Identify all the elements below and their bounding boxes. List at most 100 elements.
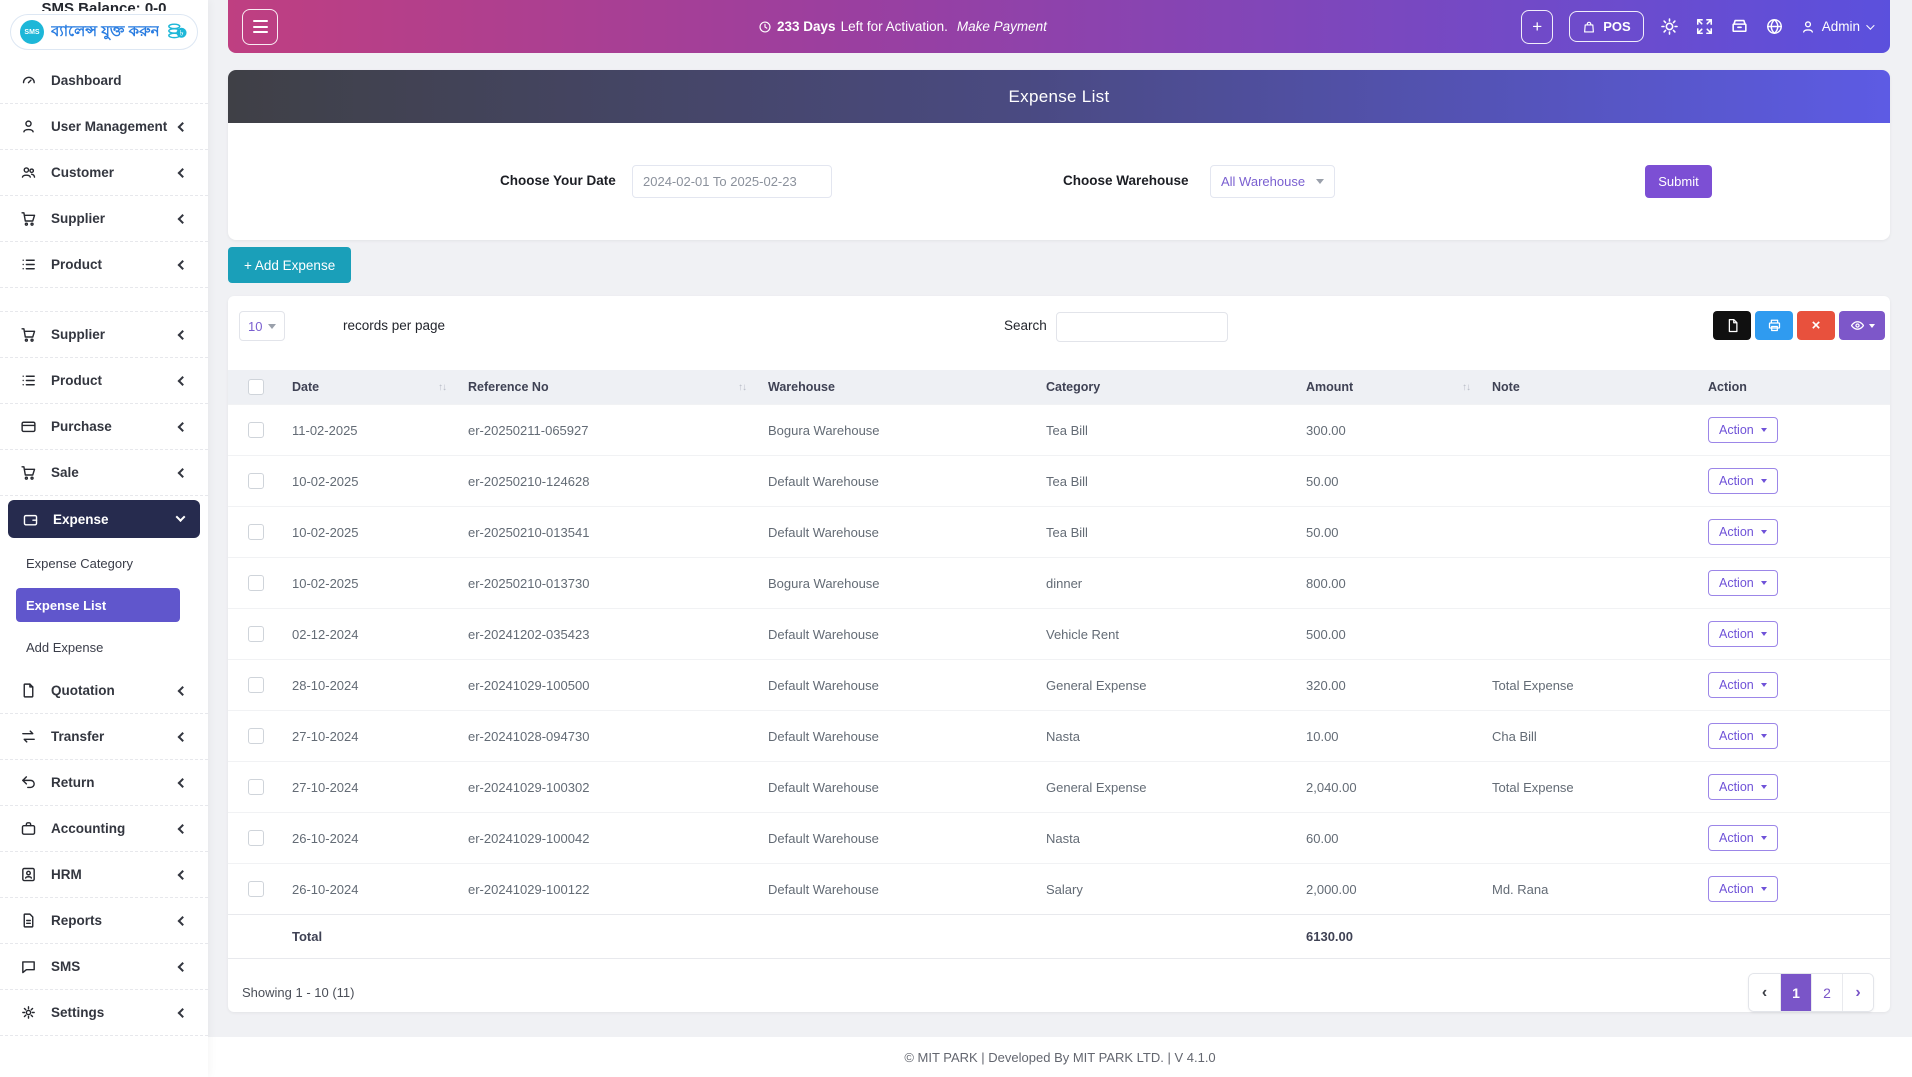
clear-filter-button[interactable]: ×: [1797, 311, 1835, 340]
column-header-reference[interactable]: Reference No: [468, 380, 549, 394]
cell-amount: 2,000.00: [1298, 864, 1484, 915]
sidebar-item-user-management[interactable]: User Management: [0, 104, 208, 150]
cell-category: dinner: [1038, 558, 1298, 609]
cell-reference: er-20250210-013730: [460, 558, 760, 609]
select-all-checkbox[interactable]: [248, 379, 264, 395]
cell-warehouse: Default Warehouse: [760, 660, 1038, 711]
cell-reference: er-20250210-124628: [460, 456, 760, 507]
sidebar-item-transfer[interactable]: Transfer: [0, 714, 208, 760]
sidebar-item-purchase[interactable]: Purchase: [0, 404, 208, 450]
cell-warehouse: Default Warehouse: [760, 762, 1038, 813]
pagination-prev-button[interactable]: ‹: [1749, 974, 1780, 1011]
pagination-page-1[interactable]: 1: [1780, 974, 1811, 1011]
cell-note: [1484, 609, 1700, 660]
column-header-warehouse[interactable]: Warehouse: [768, 380, 835, 394]
warehouse-select[interactable]: All Warehouse: [1210, 165, 1335, 198]
row-action-button[interactable]: Action: [1708, 825, 1778, 851]
row-checkbox[interactable]: [248, 473, 264, 489]
sidebar-item-quotation[interactable]: Quotation: [0, 668, 208, 714]
chevron-left-icon: [178, 916, 188, 926]
sidebar-item-product[interactable]: Product: [0, 242, 208, 288]
cell-warehouse: Bogura Warehouse: [760, 558, 1038, 609]
row-action-button[interactable]: Action: [1708, 774, 1778, 800]
pos-button[interactable]: POS: [1569, 11, 1643, 42]
row-checkbox[interactable]: [248, 422, 264, 438]
pagination-page-2[interactable]: 2: [1811, 974, 1842, 1011]
cell-amount: 60.00: [1298, 813, 1484, 864]
fullscreen-icon[interactable]: [1695, 17, 1714, 36]
row-action-button[interactable]: Action: [1708, 876, 1778, 902]
sidebar-item-product-2[interactable]: Product: [0, 358, 208, 404]
sort-icon[interactable]: ↑↓: [438, 382, 446, 393]
pagination-next-button[interactable]: ›: [1842, 974, 1873, 1011]
make-payment-link[interactable]: Make Payment: [957, 19, 1047, 34]
chevron-down-icon: [1761, 683, 1767, 687]
print-button[interactable]: [1755, 311, 1793, 340]
row-checkbox[interactable]: [248, 524, 264, 540]
row-checkbox[interactable]: [248, 728, 264, 744]
add-expense-button[interactable]: + Add Expense: [228, 247, 351, 283]
sidebar-item-settings[interactable]: Settings: [0, 990, 208, 1036]
sidebar-item-accounting[interactable]: Accounting: [0, 806, 208, 852]
row-action-button[interactable]: Action: [1708, 468, 1778, 494]
cell-note: Cha Bill: [1484, 711, 1700, 762]
row-checkbox[interactable]: [248, 881, 264, 897]
chevron-left-icon: [178, 468, 188, 478]
hamburger-menu-button[interactable]: [242, 9, 278, 45]
cell-note: [1484, 456, 1700, 507]
row-checkbox[interactable]: [248, 677, 264, 693]
cash-drawer-icon[interactable]: [1730, 17, 1749, 36]
chevron-down-icon: [1316, 179, 1324, 184]
add-balance-button[interactable]: SMS ব্যালেন্স যুক্ত করুন ৳: [10, 14, 198, 50]
theme-sun-icon[interactable]: [1660, 17, 1679, 36]
globe-icon[interactable]: [1765, 17, 1784, 36]
cell-category: Tea Bill: [1038, 507, 1298, 558]
submenu-item-expense-list[interactable]: Expense List: [16, 588, 180, 622]
column-visibility-button[interactable]: [1839, 311, 1885, 340]
date-range-input[interactable]: [632, 165, 832, 198]
sidebar-item-sale[interactable]: Sale: [0, 450, 208, 496]
table-row: 28-10-2024 er-20241029-100500 Default Wa…: [228, 660, 1890, 711]
sidebar-item-supplier-2[interactable]: Supplier: [0, 312, 208, 358]
row-checkbox[interactable]: [248, 830, 264, 846]
table-row: 02-12-2024 er-20241202-035423 Default Wa…: [228, 609, 1890, 660]
sidebar-item-expense[interactable]: Expense: [8, 500, 200, 538]
expense-submenu: Expense Category Expense List Add Expens…: [0, 542, 208, 668]
cell-reference: er-20241202-035423: [460, 609, 760, 660]
main-area: 233 Days Left for Activation. Make Payme…: [208, 0, 1912, 1077]
sort-icon[interactable]: ↑↓: [1462, 382, 1470, 393]
search-input[interactable]: [1056, 312, 1228, 342]
quick-add-button[interactable]: +: [1521, 10, 1553, 44]
row-action-button[interactable]: Action: [1708, 570, 1778, 596]
sidebar-item-hrm[interactable]: HRM: [0, 852, 208, 898]
chevron-left-icon: [178, 122, 188, 132]
cell-category: Nasta: [1038, 813, 1298, 864]
row-action-button[interactable]: Action: [1708, 672, 1778, 698]
export-csv-button[interactable]: [1713, 311, 1751, 340]
sidebar-item-sms[interactable]: SMS: [0, 944, 208, 990]
submenu-item-expense-category[interactable]: Expense Category: [0, 542, 208, 584]
sidebar-item-supplier[interactable]: Supplier: [0, 196, 208, 242]
column-header-date[interactable]: Date: [292, 380, 319, 394]
page-size-select[interactable]: 10: [239, 311, 285, 341]
sidebar-item-return[interactable]: Return: [0, 760, 208, 806]
column-header-category[interactable]: Category: [1046, 380, 1100, 394]
row-action-button[interactable]: Action: [1708, 723, 1778, 749]
table-total-row: Total 6130.00: [228, 915, 1890, 959]
cell-amount: 800.00: [1298, 558, 1484, 609]
row-checkbox[interactable]: [248, 575, 264, 591]
user-icon: [1800, 19, 1816, 35]
row-action-button[interactable]: Action: [1708, 621, 1778, 647]
row-checkbox[interactable]: [248, 626, 264, 642]
submenu-item-add-expense[interactable]: Add Expense: [0, 626, 208, 668]
row-action-button[interactable]: Action: [1708, 519, 1778, 545]
sidebar-item-customer[interactable]: Customer: [0, 150, 208, 196]
admin-menu[interactable]: Admin: [1800, 19, 1872, 35]
sort-icon[interactable]: ↑↓: [738, 382, 746, 393]
column-header-amount[interactable]: Amount: [1306, 380, 1353, 394]
row-checkbox[interactable]: [248, 779, 264, 795]
row-action-button[interactable]: Action: [1708, 417, 1778, 443]
submit-button[interactable]: Submit: [1645, 165, 1712, 198]
sidebar-item-reports[interactable]: Reports: [0, 898, 208, 944]
sidebar-item-dashboard[interactable]: Dashboard: [0, 58, 208, 104]
